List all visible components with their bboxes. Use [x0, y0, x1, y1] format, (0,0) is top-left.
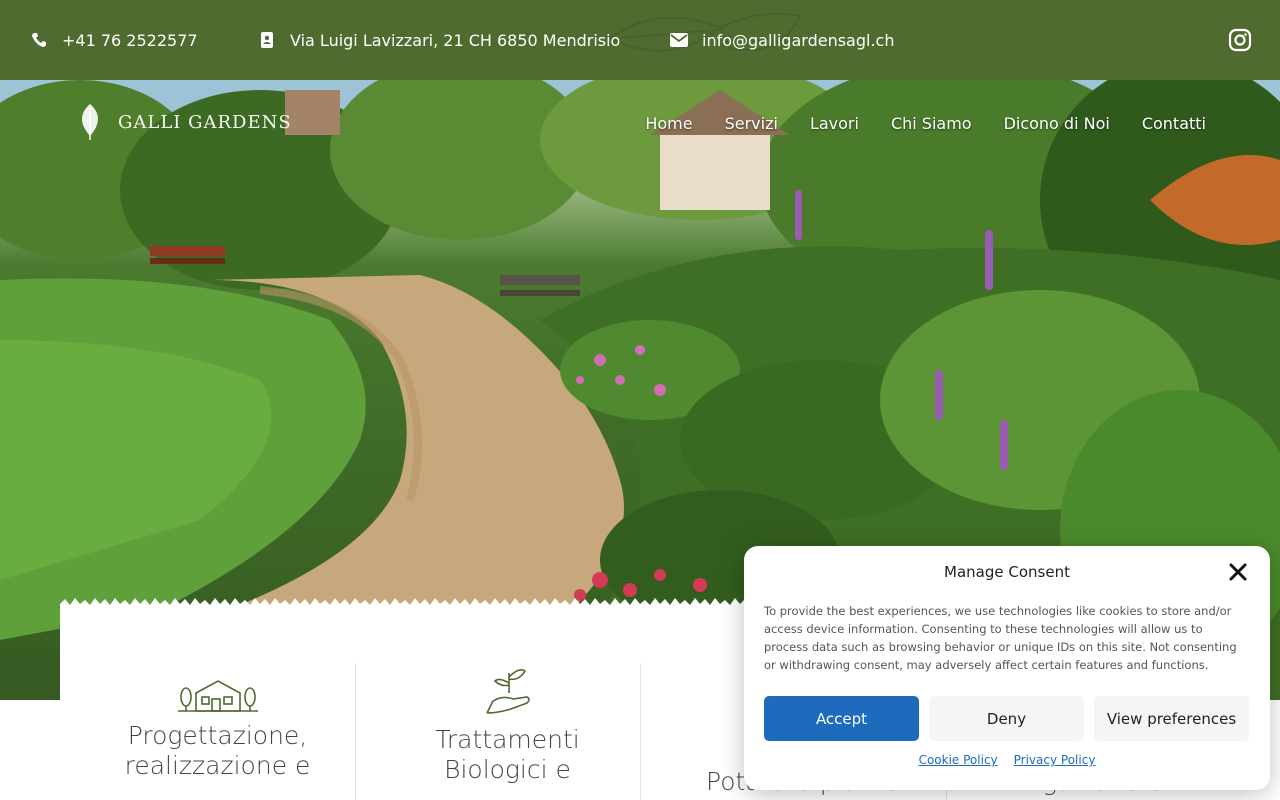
nav-contatti[interactable]: Contatti — [1142, 114, 1206, 133]
leaf-logo-icon — [82, 104, 98, 140]
email-address[interactable]: info@galligardensagl.ch — [702, 31, 894, 50]
service-title-line2: Biologici e — [444, 755, 571, 784]
plant-hand-icon — [485, 669, 530, 714]
services-divider — [355, 663, 356, 800]
cookie-consent-dialog: Manage Consent To provide the best exper… — [744, 546, 1270, 790]
close-icon[interactable] — [1228, 562, 1248, 582]
nav-chi-siamo[interactable]: Chi Siamo — [891, 114, 972, 133]
instagram-icon[interactable] — [1228, 28, 1252, 52]
services-divider — [640, 663, 641, 800]
service-card-trattamenti[interactable]: Trattamenti Biologici e — [375, 663, 640, 800]
nav-home[interactable]: Home — [645, 114, 692, 133]
email-item[interactable]: info@galligardensagl.ch — [670, 0, 894, 80]
phone-item[interactable]: +41 76 2522577 — [30, 0, 198, 80]
address-item: Via Luigi Lavizzari, 21 CH 6850 Mendrisi… — [258, 0, 620, 80]
view-preferences-button[interactable]: View preferences — [1094, 696, 1249, 741]
nav-servizi[interactable]: Servizi — [725, 114, 778, 133]
service-title-line2: realizzazione e — [124, 751, 311, 780]
policy-links: Cookie Policy Privacy Policy — [764, 753, 1250, 767]
service-title-line1: Progettazione, — [127, 721, 308, 750]
service-card-progettazione[interactable]: Progettazione, realizzazione e — [100, 663, 335, 800]
phone-icon — [30, 31, 48, 49]
consent-buttons: Accept Deny View preferences — [764, 696, 1250, 741]
main-navigation: Home Servizi Lavori Chi Siamo Dicono di … — [613, 114, 1206, 133]
consent-title: Manage Consent — [944, 563, 1070, 581]
deny-button[interactable]: Deny — [929, 696, 1084, 741]
cookie-policy-link[interactable]: Cookie Policy — [919, 753, 998, 767]
address-book-icon — [258, 31, 276, 49]
brand-name: GALLI GARDENS — [118, 111, 292, 133]
accept-button[interactable]: Accept — [764, 696, 919, 741]
site-logo[interactable]: GALLI GARDENS — [70, 102, 292, 142]
consent-description: To provide the best experiences, we use … — [764, 604, 1237, 672]
address-text: Via Luigi Lavizzari, 21 CH 6850 Mendrisi… — [290, 30, 621, 50]
house-garden-icon — [177, 680, 258, 712]
service-title-line1: Trattamenti — [435, 725, 580, 754]
privacy-policy-link[interactable]: Privacy Policy — [1014, 753, 1096, 767]
phone-number[interactable]: +41 76 2522577 — [62, 31, 198, 50]
nav-dicono-di-noi[interactable]: Dicono di Noi — [1004, 114, 1110, 133]
top-contact-bar: +41 76 2522577 Via Luigi Lavizzari, 21 C… — [0, 0, 1280, 80]
nav-lavori[interactable]: Lavori — [810, 114, 859, 133]
envelope-icon — [670, 31, 688, 49]
